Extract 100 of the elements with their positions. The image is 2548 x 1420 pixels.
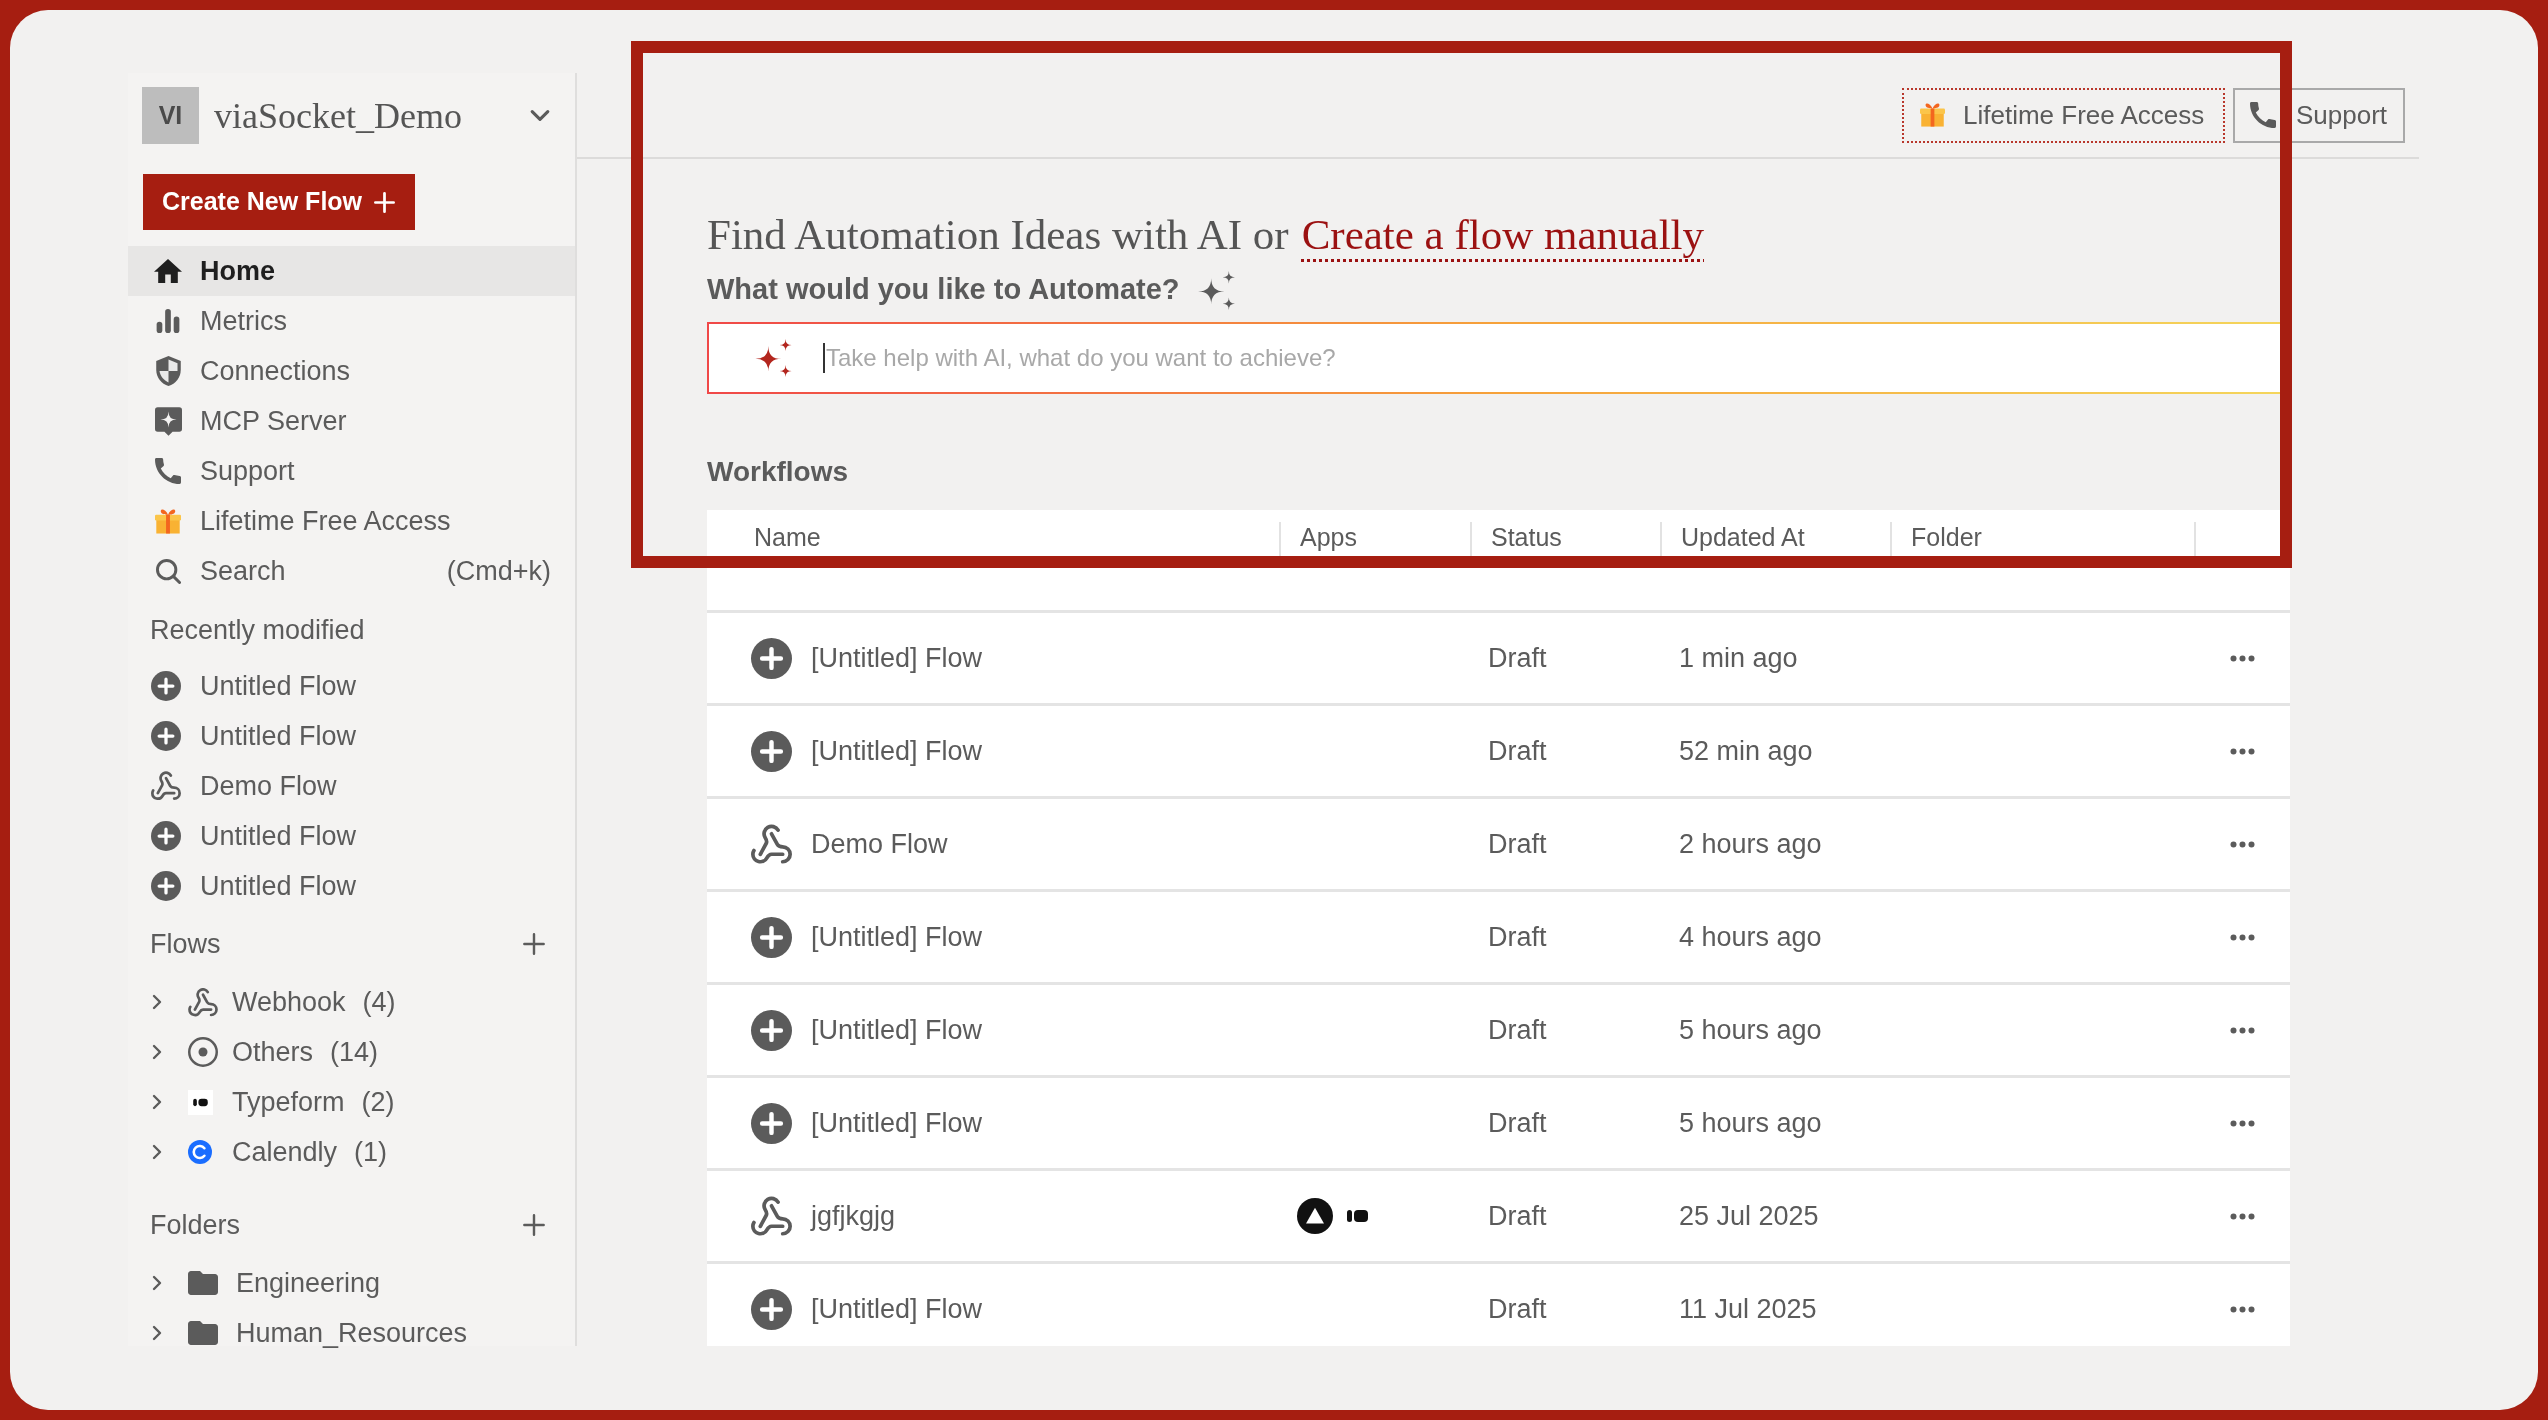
flow-group-item[interactable]: Others (14): [128, 1027, 575, 1077]
webhook-icon: [188, 987, 218, 1017]
search-icon: [155, 558, 181, 584]
table-cell: Draft: [1488, 1107, 1547, 1138]
lifetime-access-button[interactable]: Lifetime Free Access: [1902, 87, 2225, 143]
chevron-right-icon[interactable]: [152, 1325, 162, 1341]
workspace-name: viaSocket_Demo: [214, 97, 462, 134]
shortcut-hint: (Cmd+k): [446, 554, 551, 588]
plus-icon[interactable]: [523, 933, 545, 955]
table-cell: Draft: [1488, 642, 1547, 673]
ellipsis-icon[interactable]: [2230, 747, 2255, 755]
plus-circle-icon: [150, 671, 181, 701]
nav-item[interactable]: Lifetime Free Access: [128, 496, 575, 546]
chevron-right-icon[interactable]: [152, 1144, 162, 1160]
nav-item[interactable]: Support: [128, 446, 575, 496]
plus-circle-icon: [150, 721, 181, 751]
table-cell: Draft: [1488, 921, 1547, 952]
chevron-right-icon[interactable]: [152, 1275, 162, 1291]
nav-item[interactable]: Home: [128, 246, 575, 296]
prompt-label: What would you like to Automate?: [707, 272, 1180, 308]
flow-name[interactable]: [Untitled] Flow: [811, 1288, 983, 1330]
chevron-down-icon[interactable]: [529, 109, 551, 122]
nav-item[interactable]: Search (Cmd+k): [128, 546, 575, 596]
plus-circle-icon: [150, 871, 181, 901]
sparkles-icon: [1197, 270, 1235, 310]
triangle-logo-icon: [1297, 1198, 1333, 1234]
table-cell: 4 hours ago: [1679, 921, 1822, 952]
flow-group-item[interactable]: Calendly (1): [128, 1127, 575, 1177]
table-cell: 11 Jul 2025: [1679, 1293, 1817, 1324]
section-heading: Workflows: [707, 455, 849, 489]
flow-name[interactable]: [Untitled] Flow: [811, 916, 983, 958]
column-header: Folder: [1911, 522, 1982, 552]
plus-icon[interactable]: [523, 1214, 545, 1236]
plus-circle-icon: [751, 1009, 792, 1051]
table-cell: Draft: [1488, 1014, 1547, 1045]
plus-circle-icon: [751, 1288, 792, 1330]
table-cell: Draft: [1488, 1293, 1547, 1324]
recent-flow-item[interactable]: Untitled Flow: [128, 811, 575, 861]
section-title: Flows: [150, 927, 221, 961]
ellipsis-icon[interactable]: [2230, 1026, 2255, 1034]
recent-flow-item[interactable]: Untitled Flow: [128, 711, 575, 761]
sparkles-icon: [755, 339, 792, 377]
nav-item[interactable]: Connections: [128, 346, 575, 396]
flow-name[interactable]: [Untitled] Flow: [811, 1102, 983, 1144]
flow-name[interactable]: [Untitled] Flow: [811, 730, 983, 772]
phone-icon: [155, 458, 181, 484]
column-header: Status: [1491, 522, 1562, 552]
flow-group-item[interactable]: Webhook (4): [128, 977, 575, 1027]
column-header: Updated At: [1681, 522, 1805, 552]
ellipsis-icon[interactable]: [2230, 840, 2255, 848]
support-button[interactable]: Support: [2233, 87, 2405, 143]
folder-icon: [188, 1271, 218, 1295]
flow-group-item[interactable]: Typeform (2): [128, 1077, 575, 1127]
ellipsis-icon[interactable]: [2230, 1119, 2255, 1127]
phone-icon: [2250, 102, 2276, 128]
table-cell: 2 hours ago: [1679, 828, 1822, 859]
plus-circle-icon: [751, 637, 792, 679]
recent-flow-item[interactable]: Untitled Flow: [128, 661, 575, 711]
ellipsis-icon[interactable]: [2230, 933, 2255, 941]
workspace-avatar: VI: [142, 87, 199, 144]
table-cell: 52 min ago: [1679, 735, 1813, 766]
recent-flow-item[interactable]: Untitled Flow: [128, 861, 575, 911]
plus-circle-icon: [751, 916, 792, 958]
table-cell: 5 hours ago: [1679, 1014, 1822, 1045]
recent-flow-item[interactable]: Demo Flow: [128, 761, 575, 811]
pill-logo-icon: [188, 1089, 213, 1115]
section-title: Recently modified: [150, 613, 365, 647]
flow-name[interactable]: jgfjkgjg: [811, 1195, 896, 1237]
chevron-right-icon[interactable]: [152, 1044, 162, 1060]
section-title: Folders: [150, 1208, 241, 1242]
chevron-right-icon[interactable]: [152, 994, 162, 1010]
home-icon: [154, 259, 182, 283]
ellipsis-icon[interactable]: [2230, 1305, 2255, 1313]
folder-item[interactable]: Engineering: [128, 1258, 575, 1308]
plus-circle-icon: [751, 730, 792, 772]
shield-icon: [155, 356, 181, 386]
chevron-right-icon[interactable]: [152, 1094, 162, 1110]
plus-circle-icon: [751, 1102, 792, 1144]
nav-item[interactable]: MCP Server: [128, 396, 575, 446]
plus-icon: [374, 191, 396, 213]
create-flow-link[interactable]: Create a flow manually: [1301, 210, 1705, 260]
plus-circle-icon: [150, 821, 181, 851]
flow-name[interactable]: Demo Flow: [811, 823, 948, 865]
webhook-icon: [751, 823, 792, 865]
webhook-icon: [751, 1195, 792, 1237]
folder-icon: [188, 1321, 218, 1345]
bar-chart-icon: [156, 309, 180, 333]
ellipsis-icon[interactable]: [2230, 1212, 2255, 1220]
table-cell: 25 Jul 2025: [1679, 1200, 1819, 1231]
nav-item[interactable]: Metrics: [128, 296, 575, 346]
flow-name[interactable]: [Untitled] Flow: [811, 637, 983, 679]
create-flow-button[interactable]: Create New Flow: [143, 174, 415, 230]
table-cell: Draft: [1488, 1200, 1547, 1231]
gift-icon: [1920, 103, 1945, 127]
folder-item[interactable]: Human_Resources: [128, 1308, 575, 1358]
ellipsis-icon[interactable]: [2230, 654, 2255, 662]
circle-dot-icon: [188, 1037, 218, 1067]
column-header: Name: [754, 522, 821, 552]
table-cell: 5 hours ago: [1679, 1107, 1822, 1138]
flow-name[interactable]: [Untitled] Flow: [811, 1009, 983, 1051]
